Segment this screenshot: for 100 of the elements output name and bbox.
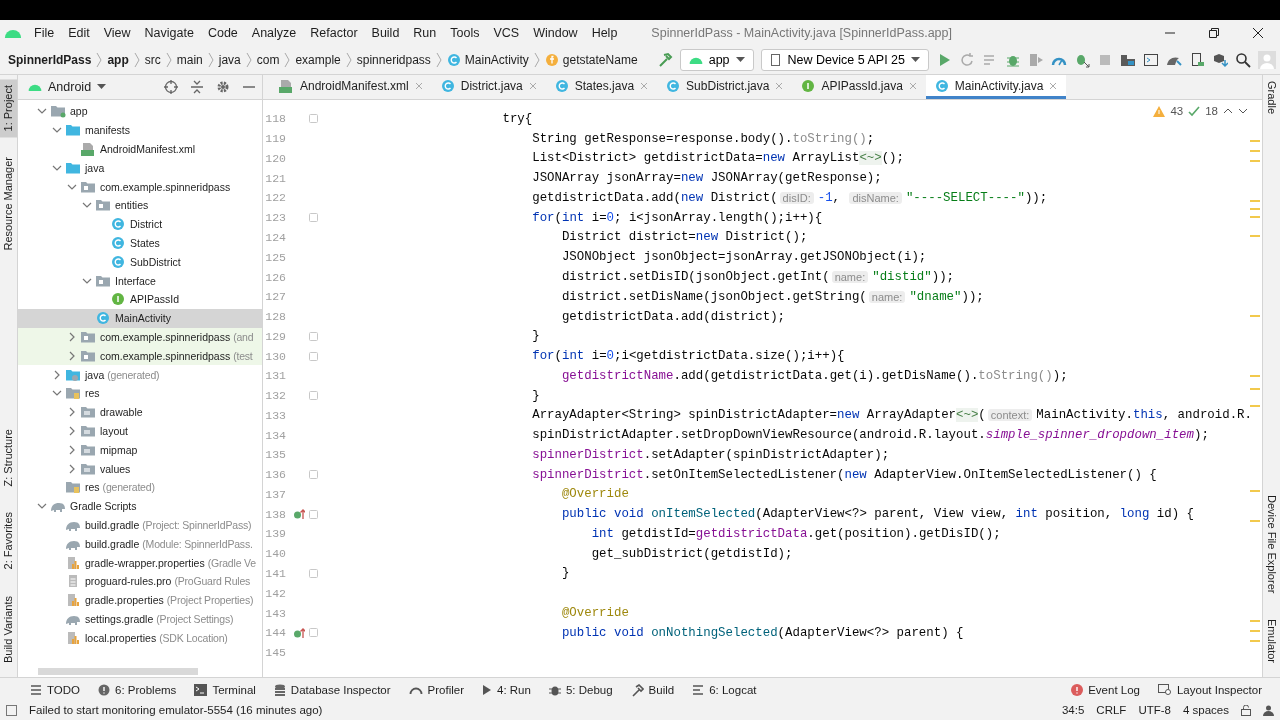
tool-window-tab[interactable]: Device File Explorer bbox=[1263, 488, 1280, 599]
caret-position[interactable]: 34:5 bbox=[1061, 704, 1085, 716]
editor-tab[interactable]: APIPassId.java bbox=[792, 75, 926, 99]
fold-marker-icon[interactable] bbox=[309, 213, 318, 223]
breadcrumb-item[interactable]: com bbox=[256, 53, 280, 67]
indent-setting[interactable]: 4 spaces bbox=[1182, 704, 1229, 716]
menu-item[interactable]: View bbox=[103, 26, 131, 40]
breadcrumb-item[interactable]: java bbox=[218, 53, 241, 67]
tree-row[interactable]: layout bbox=[18, 421, 262, 441]
fold-marker-icon[interactable] bbox=[309, 351, 318, 361]
menu-item[interactable]: Navigate bbox=[144, 26, 194, 40]
tool-window-button[interactable]: 6: Logcat bbox=[684, 683, 765, 697]
fold-marker-icon[interactable] bbox=[309, 114, 318, 124]
square-icon[interactable] bbox=[6, 704, 17, 716]
tool-window-tab[interactable]: Build Variants bbox=[0, 589, 17, 669]
menu-item[interactable]: VCS bbox=[493, 26, 520, 40]
chevron-up-icon[interactable] bbox=[1223, 107, 1233, 115]
search-icon[interactable] bbox=[1235, 52, 1251, 68]
breadcrumb-item[interactable]: src bbox=[144, 53, 161, 67]
warning-icon[interactable] bbox=[1153, 105, 1166, 117]
tree-row[interactable]: SubDistrict bbox=[18, 252, 262, 272]
person-icon[interactable] bbox=[1263, 704, 1274, 716]
tree-row[interactable]: res (generated) bbox=[18, 477, 262, 497]
menu-item[interactable]: Tools bbox=[450, 26, 480, 40]
chevron-icon[interactable] bbox=[67, 463, 77, 474]
chevron-icon[interactable] bbox=[52, 369, 62, 380]
breadcrumb-item[interactable]: MainActivity bbox=[446, 53, 529, 67]
chevron-icon[interactable] bbox=[67, 444, 77, 455]
device-manager-icon[interactable] bbox=[1189, 52, 1205, 68]
chevron-icon[interactable] bbox=[67, 407, 77, 418]
breadcrumb-item[interactable]: example bbox=[295, 53, 341, 67]
fold-marker-icon[interactable] bbox=[309, 391, 318, 401]
scrollbar[interactable] bbox=[38, 668, 198, 675]
tool-window-button[interactable]: Database Inspector bbox=[265, 683, 399, 697]
menu-item[interactable]: Edit bbox=[68, 26, 90, 40]
breadcrumb-item[interactable]: app bbox=[107, 53, 129, 67]
chevron-down-icon[interactable] bbox=[1238, 107, 1248, 115]
fold-marker-icon[interactable] bbox=[309, 509, 318, 519]
tree-row[interactable]: build.gradle (Module: SpinnerIdPass. bbox=[18, 534, 262, 554]
settings-icon[interactable] bbox=[216, 80, 230, 94]
tree-row[interactable]: java bbox=[18, 158, 262, 178]
fold-marker-icon[interactable] bbox=[309, 470, 318, 480]
screen-icon[interactable] bbox=[1143, 52, 1159, 68]
fold-marker-icon[interactable] bbox=[309, 331, 318, 341]
tree-row[interactable]: com.example.spinneridpass bbox=[18, 177, 262, 196]
tree-row[interactable]: com.example.spinneridpass (test bbox=[18, 346, 262, 366]
tree-row[interactable]: District bbox=[18, 214, 262, 234]
tool-window-button[interactable]: Event Log bbox=[1063, 684, 1148, 696]
check-icon[interactable] bbox=[1188, 105, 1201, 117]
override-icon[interactable] bbox=[293, 626, 305, 639]
menu-item[interactable]: Help bbox=[591, 26, 618, 40]
tool-window-tab[interactable]: Resource Manager bbox=[0, 151, 17, 258]
tree-row[interactable]: java (generated) bbox=[18, 365, 262, 384]
menu-item[interactable]: Analyze bbox=[251, 26, 297, 40]
breadcrumb-item[interactable]: main bbox=[176, 53, 203, 67]
attach-debugger-icon[interactable] bbox=[1074, 52, 1090, 68]
device-dropdown[interactable]: New Device 5 API 25 bbox=[760, 49, 929, 71]
tree-row[interactable]: res bbox=[18, 383, 262, 403]
tool-window-button[interactable]: TODO bbox=[22, 683, 88, 697]
fold-marker-icon[interactable] bbox=[309, 628, 318, 638]
collapse-all-icon[interactable] bbox=[190, 80, 204, 94]
editor-tab[interactable]: District.java bbox=[431, 75, 546, 99]
status-message[interactable]: Failed to start monitoring emulator-5554 (16 minutes ago) bbox=[29, 704, 1050, 716]
menu-item[interactable]: File bbox=[34, 26, 55, 40]
tool-window-tab[interactable]: 2: Favorites bbox=[0, 506, 17, 576]
editor-tab[interactable]: SubDistrict.java bbox=[657, 75, 793, 99]
tree-row[interactable]: gradle-wrapper.properties (Gradle Ve bbox=[18, 553, 262, 572]
tree-row[interactable]: Interface bbox=[18, 271, 262, 290]
view-selector[interactable]: Android bbox=[28, 80, 107, 94]
override-icon[interactable] bbox=[293, 508, 305, 521]
breadcrumb-item[interactable]: getstateName bbox=[544, 53, 638, 67]
tree-row[interactable]: entities bbox=[18, 196, 262, 215]
project-structure-icon[interactable] bbox=[1120, 52, 1136, 68]
tree-row[interactable]: build.gradle (Project: SpinnerIdPass) bbox=[18, 515, 262, 535]
lock-icon[interactable] bbox=[1241, 704, 1251, 716]
tree-row[interactable]: proguard-rules.pro (ProGuard Rules bbox=[18, 571, 262, 591]
editor-tab[interactable]: AndroidManifest.xml bbox=[269, 75, 432, 99]
tree-row[interactable]: values bbox=[18, 459, 262, 478]
rerun-icon[interactable] bbox=[959, 52, 975, 68]
line-separator[interactable]: CRLF bbox=[1096, 704, 1127, 716]
tree-row[interactable]: APIPassId bbox=[18, 289, 262, 309]
editor-tab[interactable]: MainActivity.java bbox=[925, 75, 1067, 99]
chevron-icon[interactable] bbox=[67, 425, 77, 436]
tree-row[interactable]: AndroidManifest.xml bbox=[18, 139, 262, 159]
editor-tab[interactable]: States.java bbox=[545, 75, 658, 99]
tool-window-button[interactable]: Build bbox=[622, 683, 683, 697]
file-encoding[interactable]: UTF-8 bbox=[1138, 704, 1171, 716]
tree-row[interactable]: gradle.properties (Project Properties) bbox=[18, 590, 262, 610]
menu-item[interactable]: Code bbox=[207, 26, 238, 40]
breadcrumb-item[interactable]: SpinnerIdPass bbox=[8, 53, 92, 67]
tool-window-tab[interactable]: 1: Project bbox=[0, 79, 17, 138]
tree-row[interactable]: Gradle Scripts bbox=[18, 496, 262, 516]
tree-row[interactable]: settings.gradle (Project Settings) bbox=[18, 609, 262, 629]
tree-row[interactable]: local.properties (SDK Location) bbox=[18, 628, 262, 648]
tree-row[interactable]: mipmap bbox=[18, 440, 262, 460]
fold-marker-icon[interactable] bbox=[309, 569, 318, 578]
avatar-icon[interactable] bbox=[1258, 51, 1276, 69]
tree-row[interactable]: States bbox=[18, 233, 262, 253]
target-icon[interactable] bbox=[164, 80, 178, 94]
tool-window-button[interactable]: 6: Problems bbox=[90, 683, 185, 697]
